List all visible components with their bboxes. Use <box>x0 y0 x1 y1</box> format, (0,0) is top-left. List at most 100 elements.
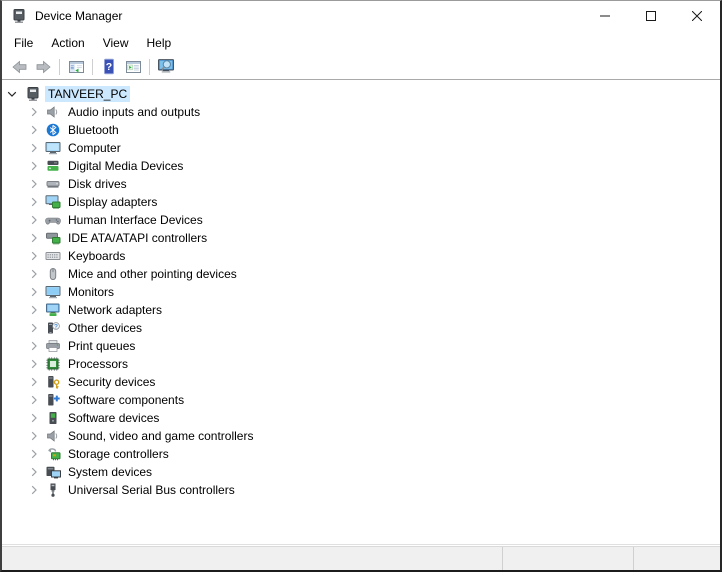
tree-item-disk-drives[interactable]: Disk drives <box>2 175 720 193</box>
tree-item-label[interactable]: Mice and other pointing devices <box>65 266 240 282</box>
menu-view[interactable]: View <box>94 31 138 54</box>
menu-file[interactable]: File <box>5 31 42 54</box>
chevron-right-icon[interactable] <box>26 266 42 282</box>
tree-item-computer[interactable]: Computer <box>2 139 720 157</box>
tree-item-sound-video-and-game-controllers[interactable]: Sound, video and game controllers <box>2 427 720 445</box>
chevron-right-icon[interactable] <box>26 356 42 372</box>
tree-item-system-devices[interactable]: System devices <box>2 463 720 481</box>
tree-item-label[interactable]: IDE ATA/ATAPI controllers <box>65 230 210 246</box>
chevron-right-icon[interactable] <box>26 464 42 480</box>
mouse-icon <box>45 266 61 282</box>
chevron-right-icon[interactable] <box>26 338 42 354</box>
chevron-right-icon[interactable] <box>26 230 42 246</box>
chevron-right-icon[interactable] <box>26 410 42 426</box>
chevron-down-icon[interactable] <box>4 86 20 102</box>
tree-item-display-adapters[interactable]: Display adapters <box>2 193 720 211</box>
tree-item-label[interactable]: Software devices <box>65 410 162 426</box>
console-tree-icon <box>68 59 85 75</box>
chevron-right-icon[interactable] <box>26 374 42 390</box>
tree-item-label[interactable]: Monitors <box>65 284 117 300</box>
chevron-right-icon[interactable] <box>26 248 42 264</box>
tree-item-label[interactable]: Universal Serial Bus controllers <box>65 482 238 498</box>
tree-item-security-devices[interactable]: Security devices <box>2 373 720 391</box>
tree-item-monitors[interactable]: Monitors <box>2 283 720 301</box>
tree-item-label[interactable]: Digital Media Devices <box>65 158 186 174</box>
tree-item-label[interactable]: Display adapters <box>65 194 160 210</box>
system-device-icon <box>45 464 61 480</box>
tree-item-bluetooth[interactable]: Bluetooth <box>2 121 720 139</box>
tree-item-human-interface-devices[interactable]: Human Interface Devices <box>2 211 720 229</box>
tree-item-label[interactable]: Other devices <box>65 320 145 336</box>
tree-item-ide-ata-atapi-controllers[interactable]: IDE ATA/ATAPI controllers <box>2 229 720 247</box>
tree-item-label[interactable]: Computer <box>65 140 124 156</box>
printer-icon <box>45 338 61 354</box>
chevron-right-icon[interactable] <box>26 428 42 444</box>
tree-item-label[interactable]: Keyboards <box>65 248 128 264</box>
chevron-right-icon[interactable] <box>26 122 42 138</box>
tree-item-mice-and-other-pointing-devices[interactable]: Mice and other pointing devices <box>2 265 720 283</box>
tree-item-software-devices[interactable]: Software devices <box>2 409 720 427</box>
tree-item-label[interactable]: Network adapters <box>65 302 165 318</box>
tree-root-tanveer-pc[interactable]: TANVEER_PC <box>2 85 720 103</box>
tree-item-software-components[interactable]: Software components <box>2 391 720 409</box>
chevron-right-icon[interactable] <box>26 284 42 300</box>
minimize-button[interactable] <box>582 1 628 31</box>
processor-icon <box>45 356 61 372</box>
tree-item-universal-serial-bus-controllers[interactable]: Universal Serial Bus controllers <box>2 481 720 499</box>
chevron-right-icon[interactable] <box>26 104 42 120</box>
help-icon: ? <box>101 58 117 75</box>
computer-icon <box>45 140 61 156</box>
help-button[interactable]: ? <box>98 56 120 78</box>
tree-item-label[interactable]: Sound, video and game controllers <box>65 428 256 444</box>
menu-help[interactable]: Help <box>138 31 181 54</box>
back-button[interactable] <box>8 56 30 78</box>
tree-item-audio-inputs-and-outputs[interactable]: Audio inputs and outputs <box>2 103 720 121</box>
show-console-tree-button[interactable] <box>65 56 87 78</box>
show-action-pane-button[interactable] <box>122 56 144 78</box>
tree-item-other-devices[interactable]: ? Other devices <box>2 319 720 337</box>
tree-item-label[interactable]: Security devices <box>65 374 158 390</box>
menu-action[interactable]: Action <box>42 31 93 54</box>
device-tree: TANVEER_PC Audio inputs and outputs Blueto… <box>2 85 720 499</box>
statusbar-section-2 <box>503 547 634 570</box>
minimize-icon <box>600 11 610 21</box>
chevron-right-icon[interactable] <box>26 482 42 498</box>
chevron-right-icon[interactable] <box>26 140 42 156</box>
tree-item-storage-controllers[interactable]: Storage controllers <box>2 445 720 463</box>
tree-item-label[interactable]: Storage controllers <box>65 446 172 462</box>
chevron-right-icon[interactable] <box>26 320 42 336</box>
tree-item-processors[interactable]: Processors <box>2 355 720 373</box>
display-adapter-icon <box>45 194 61 210</box>
tree-item-keyboards[interactable]: Keyboards <box>2 247 720 265</box>
scan-hardware-changes-button[interactable] <box>155 56 177 78</box>
chevron-right-icon[interactable] <box>26 194 42 210</box>
tree-item-label[interactable]: Disk drives <box>65 176 130 192</box>
toolbar-separator <box>149 58 150 75</box>
speaker-icon <box>45 104 61 120</box>
statusbar-section-1 <box>2 547 503 570</box>
chevron-right-icon[interactable] <box>26 302 42 318</box>
tree-item-label[interactable]: Audio inputs and outputs <box>65 104 203 120</box>
maximize-button[interactable] <box>628 1 674 31</box>
chevron-right-icon[interactable] <box>26 392 42 408</box>
close-button[interactable] <box>674 1 720 31</box>
chevron-right-icon[interactable] <box>26 446 42 462</box>
tree-item-network-adapters[interactable]: Network adapters <box>2 301 720 319</box>
tree-item-label[interactable]: TANVEER_PC <box>45 86 131 102</box>
chevron-right-icon[interactable] <box>26 212 42 228</box>
tree-item-label[interactable]: Print queues <box>65 338 138 354</box>
sound-controller-icon <box>45 428 61 444</box>
chevron-right-icon[interactable] <box>26 158 42 174</box>
toolbar-separator <box>59 58 60 75</box>
tree-item-label[interactable]: System devices <box>65 464 155 480</box>
tree-item-label[interactable]: Software components <box>65 392 187 408</box>
tree-item-label[interactable]: Human Interface Devices <box>65 212 206 228</box>
tree-item-print-queues[interactable]: Print queues <box>2 337 720 355</box>
chevron-right-icon[interactable] <box>26 176 42 192</box>
tree-item-label[interactable]: Bluetooth <box>65 122 122 138</box>
titlebar: Device Manager <box>2 1 720 31</box>
window-controls <box>582 1 720 31</box>
tree-item-digital-media-devices[interactable]: Digital Media Devices <box>2 157 720 175</box>
forward-button[interactable] <box>32 56 54 78</box>
tree-item-label[interactable]: Processors <box>65 356 131 372</box>
